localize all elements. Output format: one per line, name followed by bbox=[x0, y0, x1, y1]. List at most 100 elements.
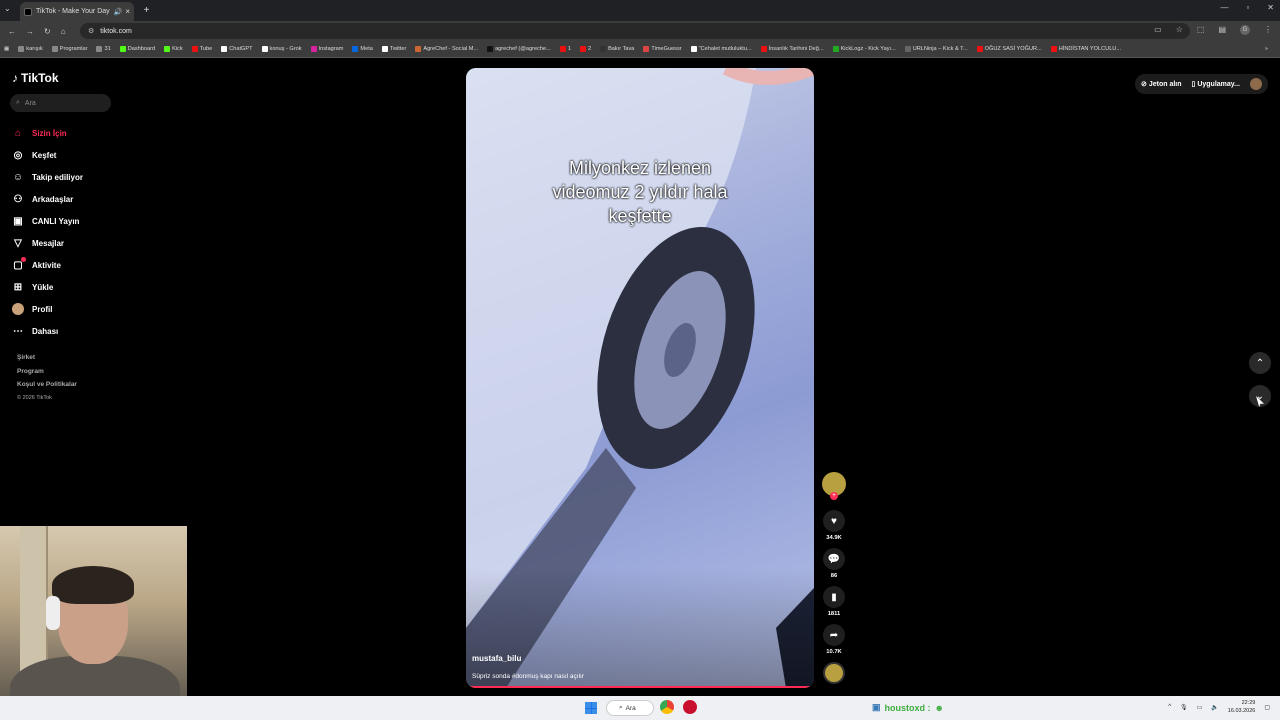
chrome-icon[interactable] bbox=[660, 700, 674, 714]
music-disc-icon[interactable] bbox=[823, 662, 845, 684]
heart-icon[interactable]: ♥ bbox=[823, 510, 845, 532]
sidebar-item-friends[interactable]: ⚇ Arkadaşlar bbox=[12, 188, 122, 210]
footer-link-terms[interactable]: Koşul ve Politikalar bbox=[17, 378, 77, 392]
bookmark-favicon-icon bbox=[261, 46, 268, 52]
back-icon[interactable]: ← bbox=[8, 27, 16, 36]
bookmark-item[interactable]: Kick bbox=[164, 46, 183, 52]
mic-icon[interactable]: 🎙 bbox=[1180, 704, 1188, 711]
creator-avatar[interactable]: + bbox=[822, 472, 846, 500]
bookmark-item[interactable]: 31 bbox=[96, 46, 111, 52]
site-info-icon[interactable]: ⚙ bbox=[88, 27, 94, 35]
bookmark-item[interactable]: Tube bbox=[191, 46, 212, 52]
more-bookmarks-icon[interactable]: » bbox=[1265, 46, 1280, 52]
bookmark-item[interactable]: konuş - Grok bbox=[261, 46, 302, 52]
apps-grid-icon[interactable]: ▦ bbox=[4, 46, 9, 52]
notifications-icon[interactable]: ▢ bbox=[1264, 704, 1270, 711]
minimize-icon[interactable]: — bbox=[1220, 3, 1228, 12]
clock[interactable]: 22:29 16.03.2026 bbox=[1228, 699, 1256, 715]
speaker-icon[interactable]: 🔊 bbox=[114, 8, 123, 16]
video-player[interactable]: Milyonkez izlenen videomuz 2 yıldır hala… bbox=[466, 68, 814, 688]
reload-icon[interactable]: ↻ bbox=[44, 27, 51, 36]
bookmark-item[interactable]: İnsanlık Tarihini Değ... bbox=[760, 46, 824, 52]
menu-icon[interactable]: ⋮ bbox=[1264, 25, 1272, 35]
bookmark-favicon-icon bbox=[690, 46, 697, 52]
install-icon[interactable]: ▭ bbox=[1154, 25, 1162, 35]
video-author[interactable]: mustafa_bilu bbox=[472, 654, 521, 663]
share-action[interactable]: ➦ 10.7K bbox=[823, 624, 845, 655]
close-tab-icon[interactable]: × bbox=[125, 7, 130, 16]
app-icon[interactable] bbox=[683, 700, 697, 714]
maximize-icon[interactable]: ▫ bbox=[1246, 3, 1249, 12]
tray-widget[interactable]: ▣ houstoxd : ☻ bbox=[872, 702, 944, 713]
home-button-icon[interactable]: ⌂ bbox=[61, 27, 66, 36]
bookmark-item[interactable]: URLNinja – Kick & T... bbox=[904, 46, 968, 52]
bookmark-item[interactable]: karışık bbox=[18, 46, 43, 52]
browser-tab-tiktok[interactable]: TikTok - Make Your Day 🔊 × bbox=[20, 2, 134, 21]
sidebar-item-more[interactable]: ⋯ Dahası bbox=[12, 320, 122, 342]
bookmark-item[interactable]: Meta bbox=[352, 46, 373, 52]
url-field[interactable]: ⚙ tiktok.com bbox=[80, 23, 1190, 39]
sidebar-item-compass[interactable]: ◎ Keşfet bbox=[12, 144, 122, 166]
sidebar-item-activity[interactable]: ▢ Aktivite bbox=[12, 254, 122, 276]
sidebar-icon[interactable]: ▤ bbox=[1218, 25, 1226, 35]
like-action[interactable]: ♥ 34.9K bbox=[823, 510, 845, 541]
sidebar-item-avatar[interactable]: Profil bbox=[12, 298, 122, 320]
bookmark-item[interactable]: 2 bbox=[579, 46, 591, 52]
sidebar-item-home[interactable]: ⌂ Sizin İçin bbox=[12, 122, 122, 144]
webcam-headset bbox=[46, 596, 60, 630]
tiktok-logo[interactable]: ♪ TikTok bbox=[12, 71, 59, 85]
bookmark-star-icon[interactable]: ☆ bbox=[1176, 25, 1183, 35]
previous-video-button[interactable]: ⌃ bbox=[1249, 352, 1271, 374]
user-avatar[interactable] bbox=[1250, 78, 1262, 90]
tab-search-chevron-icon[interactable]: ⌄ bbox=[4, 4, 11, 13]
extensions-icon[interactable]: ⬚ bbox=[1197, 25, 1205, 35]
close-window-icon[interactable]: ✕ bbox=[1267, 3, 1274, 12]
video-overlay-text: Milyonkez izlenen videomuz 2 yıldır hala… bbox=[552, 158, 728, 226]
tiktok-note-icon: ♪ bbox=[12, 71, 18, 85]
network-icon[interactable]: ▭ bbox=[1197, 704, 1203, 711]
comment-action[interactable]: 💬 86 bbox=[823, 548, 845, 579]
taskbar-search[interactable]: ⌕ Ara bbox=[606, 700, 654, 716]
volume-icon[interactable]: 🔈 bbox=[1211, 704, 1218, 711]
video-caption[interactable]: Süpriz sonda #donmuş kapı nasıl açılır bbox=[472, 673, 584, 680]
bookmark-item[interactable]: Dashboard bbox=[119, 46, 155, 52]
bookmark-item[interactable]: Twitter bbox=[381, 46, 406, 52]
sidebar-item-live[interactable]: ▣ CANLI Yayın bbox=[12, 210, 122, 232]
comment-icon[interactable]: 💬 bbox=[823, 548, 845, 570]
new-tab-button[interactable]: + bbox=[140, 4, 153, 17]
bookmark-item[interactable]: agrechef (@agreche... bbox=[487, 46, 551, 52]
sidebar-item-label: Profil bbox=[32, 304, 53, 314]
bookmark-item[interactable]: HİNDİSTAN YOLCULU... bbox=[1050, 46, 1121, 52]
save-count: 1811 bbox=[827, 611, 841, 617]
video-progress-bar[interactable] bbox=[466, 686, 814, 688]
bookmark-item[interactable]: Bakır Tava bbox=[600, 46, 634, 52]
messages-icon: ▽ bbox=[14, 237, 22, 249]
share-icon[interactable]: ➦ bbox=[823, 624, 845, 646]
windows-start-icon[interactable] bbox=[585, 702, 597, 714]
sidebar-item-messages[interactable]: ▽ Mesajlar bbox=[12, 232, 122, 254]
tiktok-favicon-icon bbox=[24, 7, 32, 16]
save-action[interactable]: ▮ 1811 bbox=[823, 586, 845, 617]
get-app-button[interactable]: ▯ Uygulamay... bbox=[1192, 80, 1240, 88]
bookmark-item[interactable]: TimeGuessr bbox=[643, 46, 682, 52]
bookmark-item[interactable]: AgreChef - Social M... bbox=[415, 46, 478, 52]
bookmark-item[interactable]: OĞUZ SASİ YOĞUR... bbox=[976, 46, 1042, 52]
bookmark-item[interactable]: Programlar bbox=[51, 46, 87, 52]
bookmark-item[interactable]: 1 bbox=[559, 46, 571, 52]
footer-link-company[interactable]: Şirket bbox=[17, 351, 77, 365]
follow-plus-icon[interactable]: + bbox=[830, 492, 838, 500]
profile-avatar[interactable]: G bbox=[1240, 25, 1250, 35]
search-input[interactable]: ⌕ Ara bbox=[10, 94, 111, 112]
sidebar-item-following[interactable]: ☺ Takip ediliyor bbox=[12, 166, 122, 188]
get-coins-button[interactable]: ⊘ Jeton alın bbox=[1141, 80, 1182, 88]
bookmark-icon[interactable]: ▮ bbox=[823, 586, 845, 608]
bookmark-item[interactable]: Instagram bbox=[310, 46, 343, 52]
footer-link-program[interactable]: Program bbox=[17, 365, 77, 379]
bookmark-item[interactable]: "Cehalet mutluluktu... bbox=[690, 46, 752, 52]
sidebar-item-upload[interactable]: ⊞ Yükle bbox=[12, 276, 122, 298]
chevron-up-icon[interactable]: ^ bbox=[1168, 704, 1171, 710]
bookmark-label: URLNinja – Kick & T... bbox=[912, 46, 968, 52]
bookmark-item[interactable]: ChatGPT bbox=[221, 46, 253, 52]
bookmark-item[interactable]: KickLogz - Kick Yayı... bbox=[832, 46, 896, 52]
forward-icon[interactable]: → bbox=[26, 27, 34, 36]
